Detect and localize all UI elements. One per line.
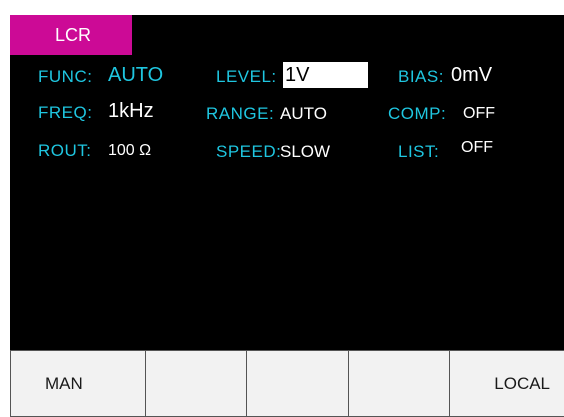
freq-label: FREQ: [38, 103, 93, 122]
bias-value[interactable]: 0mV [451, 64, 492, 87]
softkey-bar: MAN LOCAL [10, 350, 564, 417]
softkey-local[interactable]: LOCAL [448, 350, 564, 417]
range-label: RANGE: [206, 104, 275, 123]
func-label: FUNC: [38, 67, 93, 86]
comp-value[interactable]: OFF [463, 105, 495, 123]
rout-label: ROUT: [38, 141, 92, 160]
softkey-man[interactable]: MAN [10, 350, 146, 417]
rout-value[interactable]: 100 Ω [108, 142, 151, 160]
level-label: LEVEL: [216, 67, 277, 86]
speed-value[interactable]: SLOW [280, 142, 330, 162]
softkey-3[interactable] [246, 350, 348, 417]
range-value[interactable]: AUTO [280, 104, 327, 124]
level-input[interactable]: 1V [283, 62, 368, 88]
comp-label: COMP: [388, 104, 447, 123]
softkey-4[interactable] [347, 350, 449, 417]
list-value[interactable]: OFF [461, 139, 493, 157]
instrument-display: LCR FUNC: AUTO FREQ: 1kHz ROUT: 100 Ω LE… [10, 15, 564, 417]
bias-label: BIAS: [398, 67, 444, 86]
softkey-2[interactable] [145, 350, 247, 417]
freq-value[interactable]: 1kHz [108, 100, 154, 123]
func-value[interactable]: AUTO [108, 64, 163, 87]
list-label: LIST: [398, 142, 440, 161]
speed-label: SPEED: [216, 142, 282, 161]
mode-tab-lcr[interactable]: LCR [10, 15, 132, 55]
